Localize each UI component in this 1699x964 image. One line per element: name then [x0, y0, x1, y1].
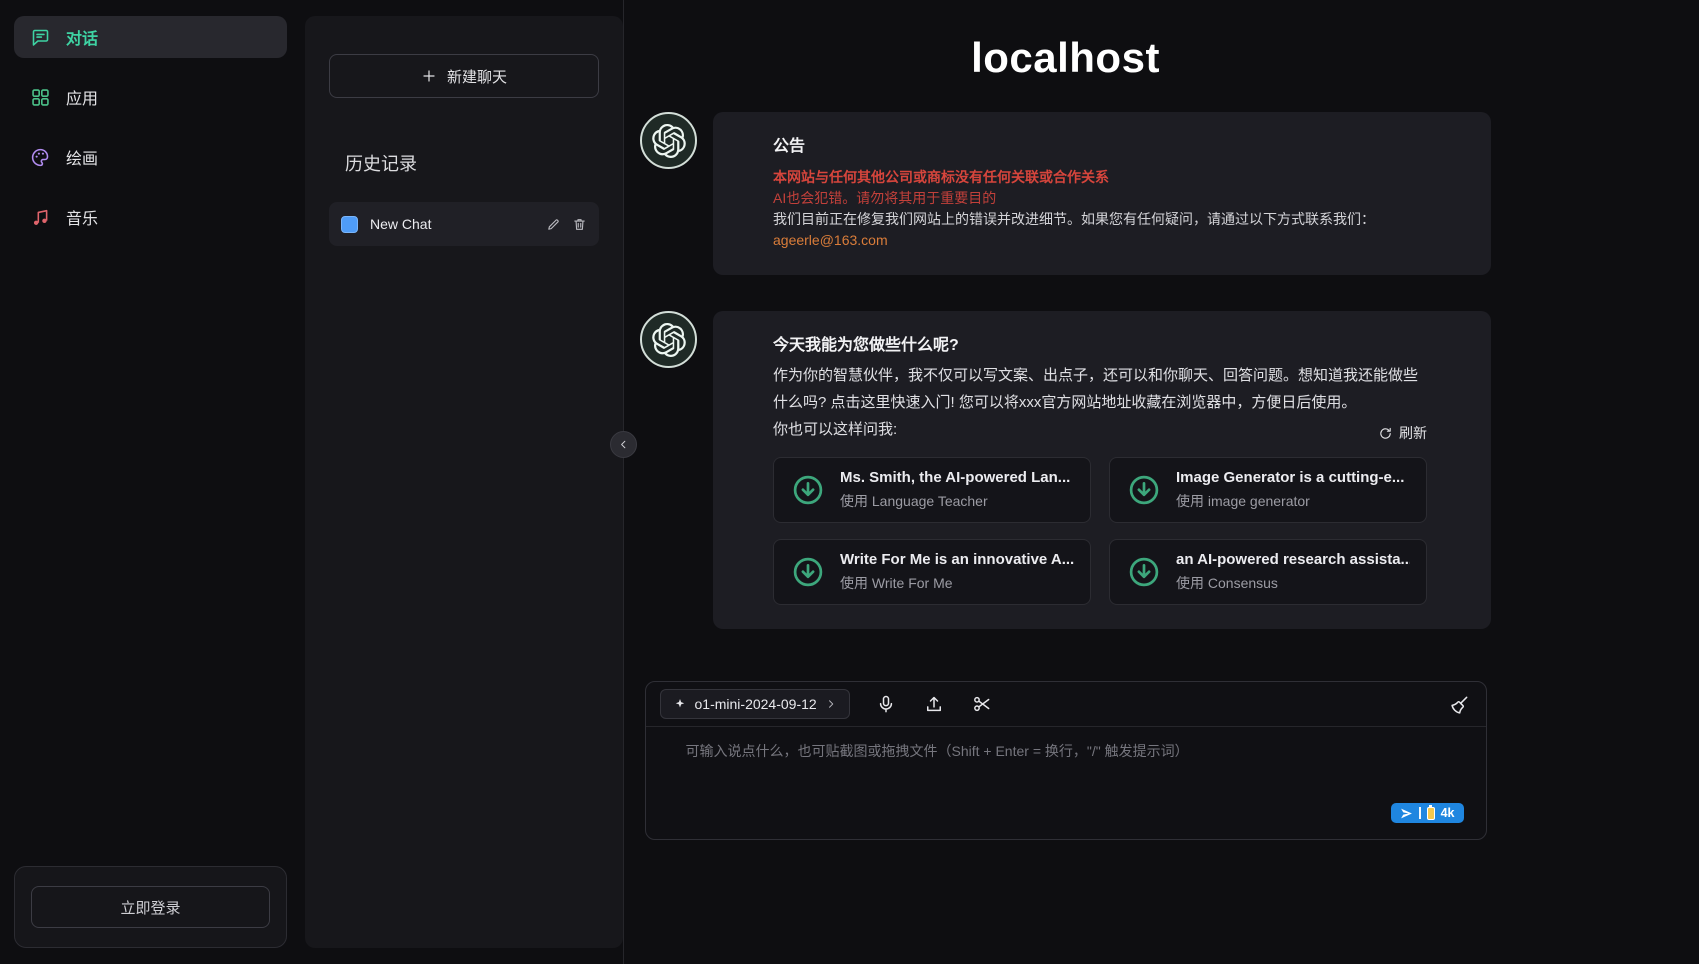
app-sidebar: 对话 应用 绘画 音乐 立即登录 [0, 0, 305, 964]
delete-icon[interactable] [572, 217, 587, 232]
announcement-line: 我们目前正在修复我们网站上的错误并改进细节。如果您有任何疑问，请通过以下方式联系… [773, 209, 1427, 230]
chevron-right-icon [825, 698, 837, 710]
suggestion-subtitle: 使用 Consensus [1176, 573, 1410, 593]
paper-plane-icon [1400, 807, 1413, 820]
chat-color-icon [341, 216, 358, 233]
token-count: 4k [1441, 806, 1455, 820]
suggestion-card[interactable]: Write For Me is an innovative A... 使用 Wr… [773, 539, 1091, 605]
edit-icon[interactable] [546, 217, 561, 232]
refresh-label: 刷新 [1399, 423, 1427, 443]
history-panel: 新建聊天 历史记录 New Chat [305, 16, 623, 948]
apps-grid-icon [30, 87, 51, 108]
suggestion-subtitle: 使用 image generator [1176, 491, 1404, 511]
microphone-icon [876, 694, 896, 714]
badge-divider [1419, 807, 1421, 819]
assistant-avatar [640, 311, 697, 368]
upload-button[interactable] [924, 693, 946, 715]
model-name: o1-mini-2024-09-12 [695, 696, 817, 712]
openai-logo-icon [652, 323, 686, 357]
composer: o1-mini-2024-09-12 [645, 681, 1487, 840]
plus-icon [421, 68, 437, 84]
sidebar-item-apps[interactable]: 应用 [14, 76, 287, 118]
assistant-avatar [640, 112, 697, 169]
contact-email-link[interactable]: ageerle@163.com [773, 230, 888, 251]
collapse-panel-button[interactable] [610, 431, 637, 458]
message-row: 公告 本网站与任何其他公司或商标没有任何关联或合作关系 AI也会犯错。请勿将其用… [640, 112, 1491, 275]
suggestion-title: Ms. Smith, the AI-powered Lan... [840, 469, 1070, 486]
chat-main: localhost 公告 本网站与任何其他公司或商标没有任何关联或合作关系 AI… [623, 0, 1699, 964]
refresh-icon [1378, 426, 1393, 441]
model-selector[interactable]: o1-mini-2024-09-12 [660, 689, 850, 719]
login-button[interactable]: 立即登录 [31, 886, 270, 928]
sidebar-item-label: 对话 [66, 25, 98, 49]
announcement-message: 公告 本网站与任何其他公司或商标没有任何关联或合作关系 AI也会犯错。请勿将其用… [713, 112, 1491, 275]
screenshot-button[interactable] [972, 693, 994, 715]
suggestion-card[interactable]: Ms. Smith, the AI-powered Lan... 使用 Lang… [773, 457, 1091, 523]
suggestion-grid: Ms. Smith, the AI-powered Lan... 使用 Lang… [773, 457, 1427, 605]
send-token-badge[interactable]: 4k [1391, 803, 1463, 823]
history-item-title: New Chat [370, 216, 431, 232]
upload-icon [924, 694, 944, 714]
welcome-message: 今天我能为您做些什么呢? 作为你的智慧伙伴，我不仅可以写文案、出点子，还可以和你… [713, 311, 1491, 629]
clear-context-button[interactable] [1450, 693, 1472, 715]
suggestion-subtitle: 使用 Write For Me [840, 573, 1074, 593]
sidebar-item-label: 绘画 [66, 145, 98, 169]
chat-area: localhost 公告 本网站与任何其他公司或商标没有任何关联或合作关系 AI… [624, 0, 1699, 964]
message-input[interactable] [686, 741, 1462, 825]
welcome-body: 作为你的智慧伙伴，我不仅可以写文案、出点子，还可以和你聊天、回答问题。想知道我还… [773, 362, 1427, 416]
suggestion-card[interactable]: Image Generator is a cutting-e... 使用 ima… [1109, 457, 1427, 523]
microphone-button[interactable] [876, 693, 898, 715]
login-card: 立即登录 [14, 866, 287, 948]
sidebar-item-music[interactable]: 音乐 [14, 196, 287, 238]
new-chat-label: 新建聊天 [447, 66, 507, 87]
welcome-heading: 今天我能为您做些什么呢? [773, 335, 1427, 356]
sidebar-item-paint[interactable]: 绘画 [14, 136, 287, 178]
chat-bubble-icon [30, 27, 51, 48]
palette-icon [30, 147, 51, 168]
suggestion-subtitle: 使用 Language Teacher [840, 491, 1070, 511]
history-title: 历史记录 [345, 150, 599, 176]
message-row: 今天我能为您做些什么呢? 作为你的智慧伙伴，我不仅可以写文案、出点子，还可以和你… [640, 311, 1491, 629]
suggestion-title: Image Generator is a cutting-e... [1176, 469, 1404, 486]
suggestion-title: an AI-powered research assista... [1176, 551, 1410, 568]
music-note-icon [30, 207, 51, 228]
history-item-actions [546, 217, 587, 232]
page-title: localhost [640, 34, 1491, 82]
announcement-line: AI也会犯错。请勿将其用于重要目的 [773, 188, 1427, 209]
broom-icon [1450, 694, 1470, 714]
prompt-circle-icon [1126, 554, 1162, 590]
composer-body: 4k [646, 727, 1486, 839]
ask-row: 你也可以这样问我: 刷新 [773, 416, 1427, 443]
announcement-heading: 公告 [773, 136, 1427, 157]
suggestion-card[interactable]: an AI-powered research assista... 使用 Con… [1109, 539, 1427, 605]
prompt-circle-icon [1126, 472, 1162, 508]
composer-toolbar: o1-mini-2024-09-12 [646, 682, 1486, 727]
history-list-item[interactable]: New Chat [329, 202, 599, 246]
announcement-line: 本网站与任何其他公司或商标没有任何关联或合作关系 [773, 167, 1427, 188]
prompt-circle-icon [790, 554, 826, 590]
battery-icon [1427, 807, 1435, 820]
refresh-suggestions-button[interactable]: 刷新 [1378, 423, 1427, 443]
sidebar-item-label: 应用 [66, 85, 98, 109]
scissors-icon [972, 694, 992, 714]
sidebar-item-label: 音乐 [66, 205, 98, 229]
new-chat-button[interactable]: 新建聊天 [329, 54, 599, 98]
openai-logo-icon [652, 124, 686, 158]
sidebar-item-chat[interactable]: 对话 [14, 16, 287, 58]
prompt-circle-icon [790, 472, 826, 508]
suggestion-title: Write For Me is an innovative A... [840, 551, 1074, 568]
ask-line: 你也可以这样问我: [773, 416, 897, 443]
sparkle-icon [673, 697, 687, 711]
